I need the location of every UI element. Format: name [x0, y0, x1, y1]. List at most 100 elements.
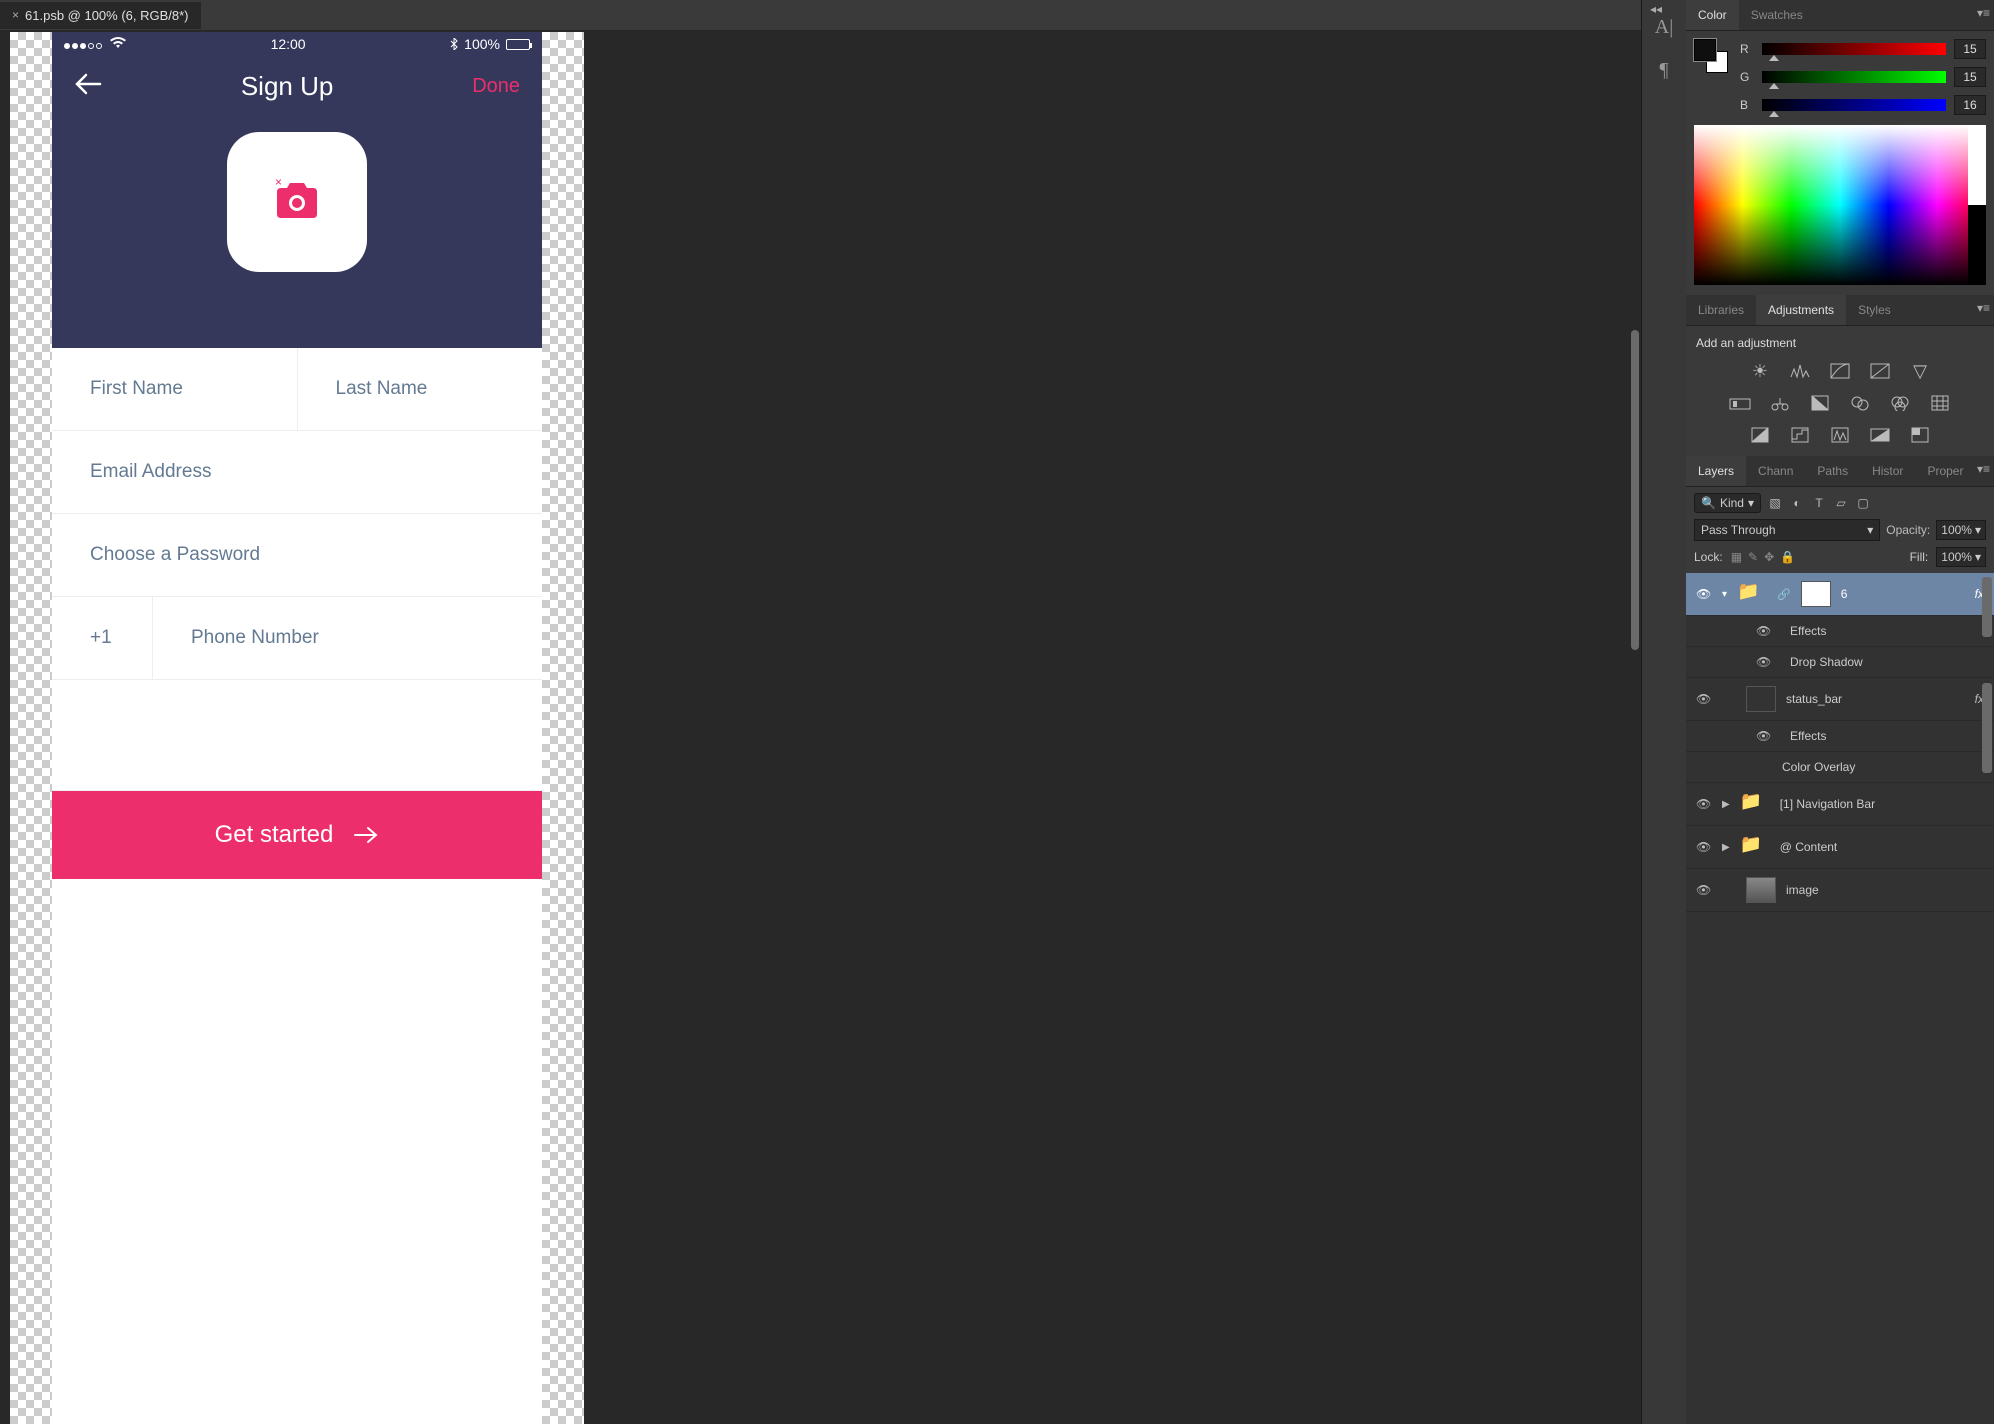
b-slider[interactable]	[1762, 99, 1946, 111]
layer-name[interactable]: 6	[1841, 587, 1848, 601]
visibility-icon[interactable]: 👁	[1756, 655, 1772, 669]
canvas-scrollbar[interactable]	[1631, 330, 1639, 650]
visibility-icon[interactable]: 👁	[1696, 692, 1712, 706]
tab-swatches[interactable]: Swatches	[1739, 0, 1815, 30]
disclosure-icon[interactable]: ▾	[1722, 589, 1727, 600]
black-white-icon[interactable]	[1806, 392, 1834, 414]
layer-row-navbar[interactable]: 👁 ▶ 📁 [1] Navigation Bar	[1686, 783, 1994, 826]
tab-color[interactable]: Color	[1686, 0, 1739, 30]
visibility-icon[interactable]: 👁	[1696, 883, 1712, 897]
visibility-icon[interactable]: 👁	[1756, 624, 1772, 638]
threshold-icon[interactable]	[1826, 424, 1854, 446]
first-name-field[interactable]: First Name	[52, 348, 297, 430]
brightness-contrast-icon[interactable]: ☀	[1746, 360, 1774, 382]
filter-smart-icon[interactable]: ▢	[1855, 496, 1871, 510]
layers-scrollbar-2[interactable]	[1982, 683, 1992, 773]
visibility-icon[interactable]: 👁	[1696, 797, 1712, 811]
r-slider[interactable]	[1762, 43, 1946, 55]
filter-pixel-icon[interactable]: ▧	[1767, 496, 1783, 510]
layer-effects-row-2[interactable]: 👁 Effects	[1686, 721, 1994, 752]
email-field[interactable]: Email Address	[52, 431, 542, 513]
paragraph-panel-icon[interactable]: ¶	[1659, 59, 1668, 82]
selective-color-icon[interactable]	[1906, 424, 1934, 446]
fill-input[interactable]: 100%▾	[1936, 547, 1986, 567]
g-slider[interactable]	[1762, 71, 1946, 83]
color-spectrum[interactable]	[1694, 125, 1986, 285]
r-value-input[interactable]: 15	[1954, 39, 1986, 59]
layers-panel-menu-icon[interactable]: ▾≡	[1977, 462, 1990, 476]
layer-name[interactable]: status_bar	[1786, 692, 1842, 706]
tab-adjustments[interactable]: Adjustments	[1756, 295, 1846, 325]
color-panel-menu-icon[interactable]: ▾≡	[1977, 6, 1990, 20]
foreground-background-swatch[interactable]	[1694, 39, 1728, 73]
invert-icon[interactable]	[1746, 424, 1774, 446]
avatar-upload[interactable]: ×	[227, 132, 367, 272]
b-value-input[interactable]: 16	[1954, 95, 1986, 115]
phone-field[interactable]: Phone Number	[153, 597, 542, 679]
foreground-swatch[interactable]	[1694, 39, 1716, 61]
gradient-map-icon[interactable]	[1866, 424, 1894, 446]
photo-filter-icon[interactable]	[1846, 392, 1874, 414]
document-tab[interactable]: × 61.psb @ 100% (6, RGB/8*)	[0, 2, 201, 29]
layer-filter-dropdown[interactable]: 🔍 Kind ▾	[1694, 493, 1761, 513]
adjustments-panel-tabs: Libraries Adjustments Styles ▾≡	[1686, 295, 1994, 326]
tab-paths[interactable]: Paths	[1805, 456, 1860, 486]
filter-type-icon[interactable]: T	[1811, 496, 1827, 510]
disclosure-icon[interactable]: ▶	[1722, 799, 1730, 810]
layer-row-image[interactable]: 👁 image	[1686, 869, 1994, 912]
vibrance-icon[interactable]: ▽	[1906, 360, 1934, 382]
canvas[interactable]: 12:00 100% Sign Up	[0, 30, 1641, 1424]
color-lookup-icon[interactable]	[1926, 392, 1954, 414]
layer-row-statusbar[interactable]: 👁 status_bar fx	[1686, 678, 1994, 721]
collapse-dock-icon[interactable]: ◂◂	[1650, 2, 1662, 16]
color-balance-icon[interactable]	[1766, 392, 1794, 414]
posterize-icon[interactable]	[1786, 424, 1814, 446]
visibility-icon[interactable]: 👁	[1696, 587, 1712, 601]
tab-channels[interactable]: Chann	[1746, 456, 1805, 486]
layers-scrollbar[interactable]	[1982, 577, 1992, 637]
curves-icon[interactable]	[1826, 360, 1854, 382]
close-tab-icon[interactable]: ×	[12, 8, 19, 22]
tab-history[interactable]: Histor	[1860, 456, 1915, 486]
tab-libraries[interactable]: Libraries	[1686, 295, 1756, 325]
blend-mode-dropdown[interactable]: Pass Through▾	[1694, 519, 1880, 541]
lock-position-icon[interactable]: ✥	[1764, 550, 1774, 564]
visibility-icon[interactable]: 👁	[1696, 840, 1712, 854]
layer-thumb[interactable]	[1746, 877, 1776, 903]
exposure-icon[interactable]	[1866, 360, 1894, 382]
tab-layers[interactable]: Layers	[1686, 456, 1746, 486]
tab-properties[interactable]: Proper	[1915, 456, 1975, 486]
right-panel-group: ▸▸ Color Swatches ▾≡ R 15 G 15	[1686, 0, 1994, 1424]
lock-all-icon[interactable]: 🔒	[1780, 550, 1795, 564]
adjust-panel-menu-icon[interactable]: ▾≡	[1977, 301, 1990, 315]
tab-styles[interactable]: Styles	[1846, 295, 1903, 325]
filter-shape-icon[interactable]: ▱	[1833, 496, 1849, 510]
layer-effects-row[interactable]: 👁 Effects	[1686, 616, 1994, 647]
nav-done-button[interactable]: Done	[472, 75, 520, 98]
get-started-button[interactable]: Get started	[52, 791, 542, 879]
g-value-input[interactable]: 15	[1954, 67, 1986, 87]
layer-mask-thumb[interactable]	[1801, 581, 1831, 607]
country-code-field[interactable]: +1	[52, 597, 152, 679]
layer-row-content[interactable]: 👁 ▶ 📁 @ Content	[1686, 826, 1994, 869]
layer-dropshadow-row[interactable]: 👁 Drop Shadow	[1686, 647, 1994, 678]
last-name-field[interactable]: Last Name	[298, 348, 543, 430]
layer-name[interactable]: [1] Navigation Bar	[1780, 797, 1875, 811]
opacity-input[interactable]: 100%▾	[1936, 520, 1986, 540]
layer-coloroverlay-row[interactable]: Color Overlay	[1686, 752, 1994, 783]
lock-transparency-icon[interactable]: ▦	[1731, 550, 1742, 564]
visibility-icon[interactable]: 👁	[1756, 729, 1772, 743]
hue-sat-icon[interactable]	[1726, 392, 1754, 414]
channel-mixer-icon[interactable]	[1886, 392, 1914, 414]
filter-adjustment-icon[interactable]: ◐	[1789, 496, 1805, 510]
back-arrow-icon[interactable]	[74, 70, 102, 102]
layer-thumb[interactable]	[1746, 686, 1776, 712]
disclosure-icon[interactable]: ▶	[1722, 842, 1730, 853]
password-field[interactable]: Choose a Password	[52, 514, 542, 596]
levels-icon[interactable]	[1786, 360, 1814, 382]
lock-pixels-icon[interactable]: ✎	[1748, 550, 1758, 564]
layer-row-6[interactable]: 👁 ▾ 📁 🔗 6 fx	[1686, 573, 1994, 616]
character-panel-icon[interactable]: A|	[1655, 16, 1673, 39]
layer-name[interactable]: image	[1786, 883, 1819, 897]
layer-name[interactable]: @ Content	[1780, 840, 1838, 854]
